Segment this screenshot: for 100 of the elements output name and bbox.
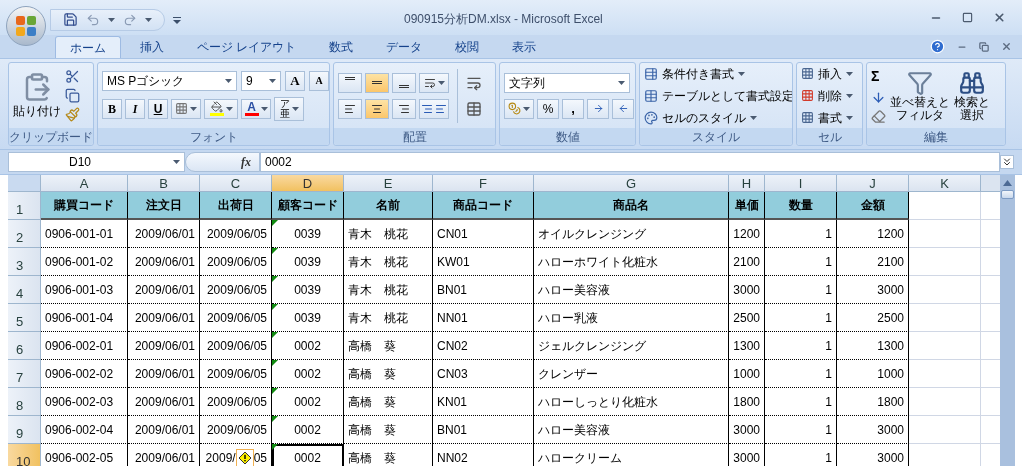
orientation-button[interactable] (419, 72, 449, 93)
table-cell[interactable]: 0906-001-01 (41, 220, 128, 248)
copy-icon[interactable] (65, 88, 80, 103)
table-cell[interactable]: 3000 (729, 276, 765, 304)
table-cell[interactable]: 0906-001-04 (41, 304, 128, 332)
table-cell[interactable]: 2009/06/05 (200, 332, 272, 360)
table-cell[interactable]: 0039 (272, 304, 344, 332)
save-icon[interactable] (63, 12, 78, 27)
indent-button[interactable] (419, 98, 449, 119)
decimal-button[interactable] (587, 98, 609, 119)
table-cell[interactable]: 0039 (272, 276, 344, 304)
decimal-button[interactable] (612, 98, 634, 119)
table-cell[interactable]: ハロー美容液 (534, 416, 729, 444)
merge-cells-icon[interactable] (466, 100, 482, 117)
table-cell[interactable]: ハロークリーム (534, 444, 729, 466)
table-cell[interactable]: 0039 (272, 220, 344, 248)
table-cell[interactable]: 0002 (272, 416, 344, 444)
table-cell[interactable]: 2009/06/05 (200, 220, 272, 248)
table-cell[interactable]: 青木 桃花 (344, 304, 433, 332)
cell-menu-button[interactable]: 挿入 (801, 64, 853, 83)
grow-font-button[interactable]: A (285, 70, 305, 91)
table-cell[interactable]: 3000 (729, 444, 765, 466)
table-cell[interactable]: 2009/06/01 (128, 444, 200, 466)
table-cell[interactable]: 2009/06/05 (200, 416, 272, 444)
number-format-field[interactable]: 文字列 (504, 72, 630, 93)
table-cell[interactable]: 2009/06/05 (200, 304, 272, 332)
customize-toolbar-icon[interactable] (173, 15, 181, 24)
ribbon-tab[interactable]: 校閲 (441, 36, 494, 58)
horizontal-align-button[interactable] (365, 98, 389, 119)
borders-button[interactable] (171, 98, 201, 119)
comma-button[interactable]: , (562, 98, 584, 119)
expand-formula-icon[interactable] (1000, 155, 1014, 169)
table-cell[interactable]: 0002 (272, 332, 344, 360)
table-cell[interactable]: 1000 (729, 360, 765, 388)
table-cell[interactable]: 2009/06/01 (128, 388, 200, 416)
name-box[interactable]: D10 (8, 152, 185, 172)
table-cell[interactable]: 3000 (837, 276, 909, 304)
restore-icon[interactable] (979, 41, 989, 52)
insert-function-button[interactable]: fx (241, 153, 251, 171)
font-name-field[interactable]: MS Pゴシック (102, 70, 237, 91)
currency-button[interactable] (504, 98, 534, 119)
cell-menu-button[interactable]: 書式 (801, 108, 853, 127)
table-cell[interactable]: 高橋 葵 (344, 388, 433, 416)
table-cell[interactable]: 2009/06/01 (128, 304, 200, 332)
table-cell[interactable]: 2009/06/05 (200, 388, 272, 416)
fill-icon[interactable] (871, 90, 886, 105)
table-cell[interactable]: 1 (765, 248, 837, 276)
empty-cell[interactable] (909, 388, 981, 416)
table-cell[interactable]: 0906-001-02 (41, 248, 128, 276)
office-button[interactable] (6, 6, 46, 46)
table-cell[interactable]: 青木 桃花 (344, 220, 433, 248)
table-cell[interactable]: 3000 (729, 416, 765, 444)
find-select-button[interactable]: 検索と 選択 (954, 69, 990, 122)
table-cell[interactable]: 2009/06/05 (200, 360, 272, 388)
column-header[interactable]: D (272, 175, 344, 192)
table-cell[interactable]: 2100 (837, 248, 909, 276)
row-header[interactable]: 8 (8, 388, 41, 416)
table-cell[interactable]: 0906-002-04 (41, 416, 128, 444)
table-cell[interactable]: 0906-001-03 (41, 276, 128, 304)
percent-button[interactable]: % (537, 98, 559, 119)
table-cell[interactable]: NN01 (433, 304, 534, 332)
table-cell[interactable]: 2009/06/05 (200, 248, 272, 276)
table-cell[interactable]: 1 (765, 220, 837, 248)
fill-color-button[interactable] (204, 98, 238, 119)
table-cell[interactable]: 1 (765, 304, 837, 332)
table-cell[interactable]: BN01 (433, 416, 534, 444)
table-cell[interactable]: 2009/06/01 (128, 248, 200, 276)
phonetic-button[interactable]: ア 亜 (274, 96, 304, 121)
column-header[interactable]: I (765, 175, 837, 192)
maximize-icon[interactable] (962, 12, 973, 23)
empty-cell[interactable] (909, 360, 981, 388)
table-cell[interactable]: 1 (765, 444, 837, 466)
empty-cell[interactable] (909, 332, 981, 360)
table-cell[interactable]: 0906-002-02 (41, 360, 128, 388)
table-cell[interactable]: 1 (765, 332, 837, 360)
cut-icon[interactable] (65, 69, 80, 84)
vertical-align-button[interactable] (392, 72, 416, 93)
column-header[interactable]: E (344, 175, 433, 192)
scroll-up-icon[interactable] (1003, 180, 1012, 186)
table-cell[interactable]: KN01 (433, 388, 534, 416)
sort-filter-button[interactable]: 並べ替えと フィルタ (890, 69, 950, 122)
table-cell[interactable]: BN01 (433, 276, 534, 304)
cell-menu-button[interactable]: 削除 (801, 86, 853, 105)
table-cell[interactable]: ハロー美容液 (534, 276, 729, 304)
ribbon-tab[interactable]: ホーム (55, 36, 121, 58)
column-header[interactable]: C (200, 175, 272, 192)
ribbon-tab[interactable]: 数式 (315, 36, 368, 58)
formula-field[interactable]: 0002 (260, 152, 1000, 172)
table-cell[interactable]: ハローホワイト化粧水 (534, 248, 729, 276)
table-cell[interactable]: CN03 (433, 360, 534, 388)
table-cell[interactable]: 高橋 葵 (344, 416, 433, 444)
font-size-field[interactable]: 9 (241, 70, 281, 91)
table-cell[interactable]: 2009/06/01 (128, 360, 200, 388)
vertical-align-button[interactable] (338, 72, 362, 93)
empty-cell[interactable] (909, 276, 981, 304)
table-cell[interactable]: 1 (765, 360, 837, 388)
shrink-font-button[interactable]: A (309, 70, 329, 91)
row-header[interactable]: 1 (8, 192, 41, 220)
table-cell[interactable]: 1000 (837, 360, 909, 388)
table-cell[interactable]: 高橋 葵 (344, 360, 433, 388)
